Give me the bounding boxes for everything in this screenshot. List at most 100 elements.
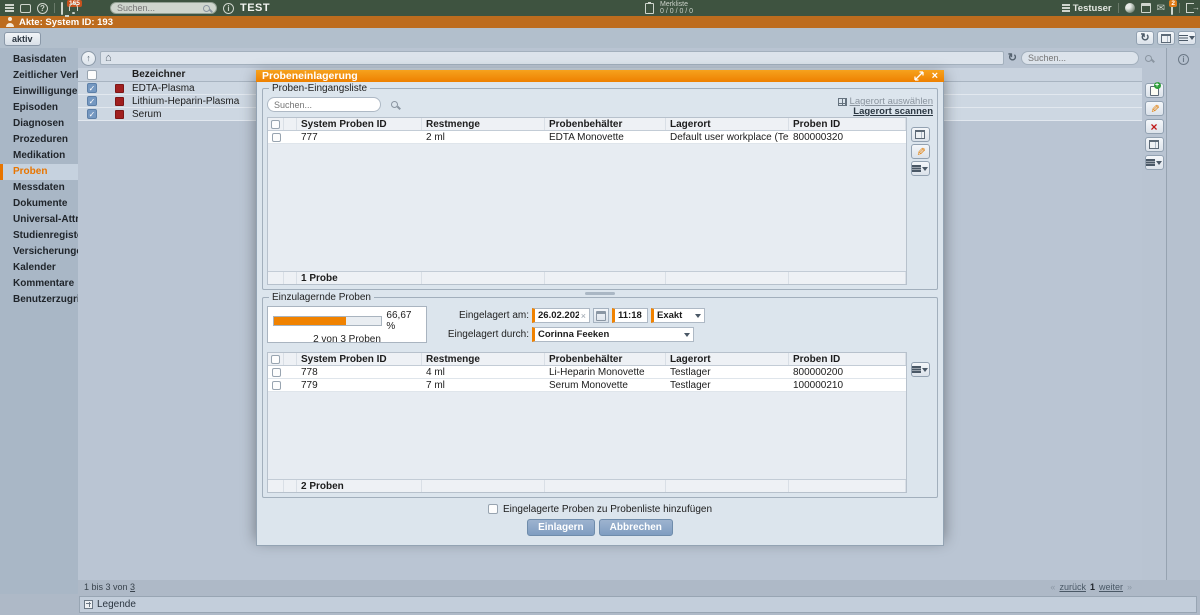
einlagern-button[interactable]: Einlagern [527,519,595,536]
detach-window-icon[interactable] [913,71,924,81]
column-proben-id[interactable]: Proben ID [789,118,906,130]
bell-icon[interactable] [69,3,78,14]
add-to-list-checkbox[interactable] [487,504,498,514]
sidebar-item-universal-attribute[interactable]: Universal-Attribute [0,212,78,228]
row-checkbox[interactable]: ✓ [87,96,97,106]
cell-system-proben-id: 779 [301,379,318,391]
edit-button[interactable]: ✎ [1144,101,1164,116]
sidebar-item-einwilligungen[interactable]: Einwilligungen [0,84,78,100]
search-input[interactable] [274,99,391,110]
sidebar-item-kommentare[interactable]: Kommentare [0,276,78,292]
prev-link[interactable]: zurück [1059,582,1086,592]
lagerort-scannen-link[interactable]: Lagerort scannen [853,107,933,117]
calendar-button[interactable] [593,308,609,323]
calendar-icon[interactable] [1140,3,1151,13]
monitor-button[interactable]: 165 [61,0,82,15]
user-menu[interactable]: Testuser [1061,3,1112,14]
breadcrumb[interactable]: ⌂ [100,51,1004,65]
table-button[interactable] [1157,31,1175,45]
table-row[interactable]: 777 2 ml EDTA Monovette Default user wor… [268,131,906,144]
sidebar-item-dokumente[interactable]: Dokumente [0,196,78,212]
menu-button[interactable] [1178,31,1196,45]
column-lagerort[interactable]: Lagerort [666,353,789,365]
merkliste[interactable]: Merkliste 0 / 0 / 0 / 0 [645,0,693,16]
window-icon[interactable] [20,3,31,13]
delete-button[interactable]: × [1144,119,1164,134]
column-proben-id[interactable]: Proben ID [789,353,906,365]
sidebar-item-episoden[interactable]: Episoden [0,100,78,116]
sidebar-item-studienregister[interactable]: Studienregister [0,228,78,244]
table-row[interactable]: 779 7 ml Serum Monovette Testlager 10000… [268,379,906,392]
row-checkbox[interactable] [271,367,281,377]
tasks-button[interactable]: 2 [1169,0,1177,15]
info-panel[interactable]: i [1166,48,1200,580]
search-input[interactable] [1028,53,1145,63]
global-search[interactable] [110,2,217,14]
table-button[interactable] [1144,137,1164,152]
column-lagerort[interactable]: Lagerort [666,118,789,130]
menu-button[interactable] [910,362,930,377]
row-checkbox[interactable]: ✓ [87,109,97,119]
sidebar-item-benutzerzugriffe[interactable]: Benutzerzugriffe [0,292,78,308]
column-restmenge[interactable]: Restmenge [422,353,545,365]
next-link[interactable]: weiter [1099,582,1123,592]
legend-bar[interactable]: Legende [79,596,1197,613]
globe-icon[interactable] [1124,3,1135,13]
menu-icon[interactable] [5,4,14,6]
add-button[interactable] [1144,81,1164,98]
menu-button[interactable] [1144,155,1164,170]
sidebar-item-zeitlicher-verlauf[interactable]: Zeitlicher Verlauf [0,68,78,84]
column-restmenge[interactable]: Restmenge [422,118,545,130]
select-all-checkbox[interactable] [271,354,280,364]
sidebar-item-medikation[interactable]: Medikation [0,148,78,164]
cell-lagerort: Testlager [670,379,711,391]
table-row[interactable]: 778 4 ml Li-Heparin Monovette Testlager … [268,366,906,379]
up-level-button[interactable]: ↑ [81,50,96,66]
column-bezeichner[interactable]: Bezeichner [132,69,185,80]
menu-button[interactable] [910,161,930,176]
column-system-proben-id[interactable]: System Proben ID [297,353,422,365]
sidebar-item-kalender[interactable]: Kalender [0,260,78,276]
pagination-total[interactable]: 3 [130,582,135,592]
time-input[interactable] [618,310,644,321]
sidebar-item-diagnosen[interactable]: Diagnosen [0,116,78,132]
table-icon [915,130,925,139]
column-system-proben-id[interactable]: System Proben ID [297,118,422,130]
current-page[interactable]: 1 [1090,582,1095,592]
column-probenbehaelter[interactable]: Probenbehälter [545,353,666,365]
refresh-icon[interactable]: ↻ [1008,52,1017,64]
dialog-search[interactable] [267,97,398,112]
search-input[interactable] [117,3,203,13]
precision-select[interactable]: Exakt [651,308,705,323]
footer-count: 2 Proben [297,480,422,492]
expand-icon[interactable] [84,600,93,609]
table-button[interactable] [910,127,930,142]
help-icon[interactable]: ? [37,2,48,14]
list-search[interactable] [1021,51,1152,65]
refresh-button[interactable]: ↻ [1136,31,1154,45]
sidebar-item-versicherungen[interactable]: Versicherungen [0,244,78,260]
logout-icon[interactable] [1186,3,1200,13]
clear-date-icon[interactable]: × [581,311,586,321]
dialog-titlebar[interactable]: Probeneinlagerung × [256,70,944,82]
info-icon[interactable]: i [223,2,234,14]
abbrechen-button[interactable]: Abbrechen [598,519,673,536]
column-probenbehaelter[interactable]: Probenbehälter [545,118,666,130]
row-checkbox[interactable] [271,132,281,142]
close-icon[interactable]: × [932,70,938,82]
sidebar-item-messdaten[interactable]: Messdaten [0,180,78,196]
select-all-checkbox[interactable] [87,69,97,80]
date-field[interactable]: × [532,308,590,323]
row-checkbox[interactable]: ✓ [87,83,97,93]
stored-by-select[interactable]: Corinna Feeken [532,327,694,342]
sidebar-item-basisdaten[interactable]: Basisdaten [0,52,78,68]
row-checkbox[interactable] [271,380,281,390]
mail-icon[interactable]: ✉ [1157,3,1165,14]
sidebar-item-proben[interactable]: Proben [0,164,78,180]
select-all-checkbox[interactable] [271,119,280,129]
time-field[interactable] [612,308,648,323]
edit-button[interactable]: ✎ [910,144,930,159]
sidebar-item-prozeduren[interactable]: Prozeduren [0,132,78,148]
tab-aktiv[interactable]: aktiv [4,32,41,46]
date-input[interactable] [538,310,579,321]
